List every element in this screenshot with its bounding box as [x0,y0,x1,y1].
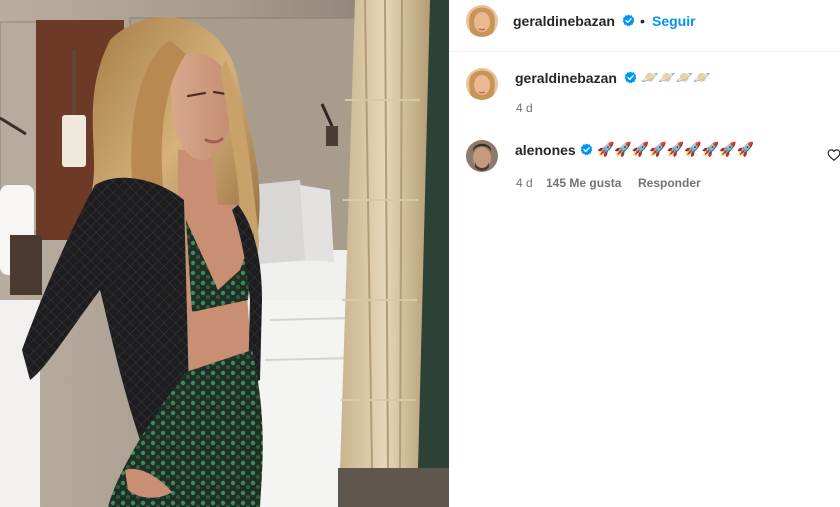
post-photo[interactable] [0,0,449,507]
profile-avatar-icon [466,140,498,172]
caption-text: 🪐🪐🪐🪐 [641,69,711,85]
comment-timestamp[interactable]: 4 d [516,176,533,190]
header-avatar[interactable] [466,5,498,37]
profile-avatar-icon [466,5,498,37]
caption-username[interactable]: geraldinebazan [515,70,617,86]
verified-badge-icon [580,143,593,156]
verified-badge-icon [624,71,637,84]
verified-badge-icon [622,14,635,27]
header-username[interactable]: geraldinebazan [513,13,615,29]
post-side-panel: geraldinebazan • Seguir geraldinebazan 🪐… [449,0,840,507]
header-separator: • [640,13,645,29]
profile-avatar-icon [466,68,498,100]
follow-button[interactable]: Seguir [652,13,696,29]
comment-like-count-text: 145 Me gusta [546,176,622,190]
caption-avatar[interactable] [466,68,498,100]
comment-text: 🚀🚀🚀🚀🚀🚀🚀🚀🚀 [597,141,754,157]
comment-username[interactable]: alenones [515,142,576,158]
comment-like-count[interactable]: 145 Me gusta [546,176,621,190]
post-header: geraldinebazan • Seguir [449,0,840,52]
post-photo-image [0,0,449,507]
heart-icon[interactable] [827,148,840,162]
reply-button-label: Responder [638,176,701,190]
comment-avatar[interactable] [466,140,498,172]
reply-button[interactable]: Responder [638,176,701,190]
caption-timestamp[interactable]: 4 d [516,101,533,115]
